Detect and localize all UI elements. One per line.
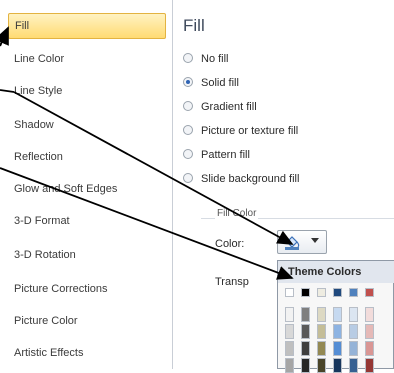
- color-swatch[interactable]: [317, 324, 326, 339]
- dropdown-arrow-icon: [311, 238, 319, 243]
- color-swatch[interactable]: [285, 324, 294, 339]
- radio-no-fill[interactable]: No fill: [183, 50, 229, 68]
- nav-item-3d-format[interactable]: 3-D Format: [8, 208, 166, 234]
- radio-indicator[interactable]: [183, 53, 193, 64]
- radio-label: Picture or texture fill: [201, 125, 299, 137]
- category-nav: Fill Line Color Line Style Shadow Reflec…: [0, 0, 173, 369]
- radio-label: No fill: [201, 53, 229, 65]
- color-swatch[interactable]: [365, 307, 374, 322]
- color-swatch[interactable]: [349, 288, 358, 297]
- panel-title: Fill: [183, 16, 205, 35]
- nav-item-shadow[interactable]: Shadow: [8, 112, 166, 138]
- nav-item-glow-soft-edges[interactable]: Glow and Soft Edges: [8, 176, 166, 202]
- radio-slide-background-fill[interactable]: Slide background fill: [183, 170, 299, 188]
- radio-label: Solid fill: [201, 77, 239, 89]
- color-swatch[interactable]: [365, 358, 374, 373]
- radio-picture-texture-fill[interactable]: Picture or texture fill: [183, 122, 298, 140]
- nav-item-reflection[interactable]: Reflection: [8, 144, 166, 170]
- nav-item-picture-corrections[interactable]: Picture Corrections: [8, 276, 166, 302]
- color-swatch[interactable]: [301, 324, 310, 339]
- color-swatch[interactable]: [317, 288, 326, 297]
- color-swatch[interactable]: [333, 358, 342, 373]
- color-swatch[interactable]: [365, 288, 374, 297]
- radio-label: Slide background fill: [201, 173, 300, 185]
- fill-panel: Fill No fill Solid fill Gradient fill Pi…: [173, 0, 394, 373]
- color-swatch[interactable]: [285, 341, 294, 356]
- color-swatch[interactable]: [317, 358, 326, 373]
- color-swatch[interactable]: [333, 288, 342, 297]
- color-swatch[interactable]: [301, 358, 310, 373]
- nav-item-line-style[interactable]: Line Style: [8, 78, 166, 104]
- color-swatch[interactable]: [365, 324, 374, 339]
- theme-colors-header: Theme Colors: [278, 261, 394, 283]
- color-swatch[interactable]: [349, 358, 358, 373]
- color-swatch[interactable]: [349, 307, 358, 322]
- nav-item-line-color[interactable]: Line Color: [8, 46, 166, 72]
- color-swatch[interactable]: [285, 288, 294, 297]
- radio-indicator[interactable]: [183, 149, 193, 160]
- radio-indicator[interactable]: [183, 125, 193, 136]
- color-label: Color:: [215, 238, 245, 250]
- color-swatch[interactable]: [285, 307, 294, 322]
- color-swatch[interactable]: [301, 341, 310, 356]
- radio-solid-fill[interactable]: Solid fill: [183, 74, 239, 92]
- radio-label: Pattern fill: [201, 149, 250, 161]
- paint-bucket-icon: [285, 236, 300, 250]
- radio-indicator[interactable]: [183, 77, 193, 88]
- color-swatch[interactable]: [349, 324, 358, 339]
- color-swatch[interactable]: [285, 358, 294, 373]
- radio-indicator[interactable]: [183, 173, 193, 184]
- fill-color-group-label: Fill Color: [215, 208, 259, 219]
- nav-item-artistic-effects[interactable]: Artistic Effects: [8, 340, 166, 366]
- nav-item-3d-rotation[interactable]: 3-D Rotation: [8, 242, 166, 268]
- color-swatch[interactable]: [301, 288, 310, 297]
- nav-item-fill[interactable]: Fill: [8, 13, 166, 39]
- color-swatch[interactable]: [317, 307, 326, 322]
- color-swatch[interactable]: [365, 341, 374, 356]
- radio-pattern-fill[interactable]: Pattern fill: [183, 146, 250, 164]
- color-swatch[interactable]: [333, 324, 342, 339]
- color-swatch[interactable]: [317, 341, 326, 356]
- radio-indicator[interactable]: [183, 101, 193, 112]
- radio-gradient-fill[interactable]: Gradient fill: [183, 98, 257, 116]
- nav-item-picture-color[interactable]: Picture Color: [8, 308, 166, 334]
- color-swatch[interactable]: [349, 341, 358, 356]
- transparency-label: Transp: [215, 276, 249, 288]
- color-swatch[interactable]: [301, 307, 310, 322]
- color-swatch[interactable]: [333, 341, 342, 356]
- color-picker-button[interactable]: [277, 230, 327, 254]
- radio-label: Gradient fill: [201, 101, 257, 113]
- theme-colors-dropdown: Theme Colors: [277, 260, 394, 373]
- color-swatch[interactable]: [333, 307, 342, 322]
